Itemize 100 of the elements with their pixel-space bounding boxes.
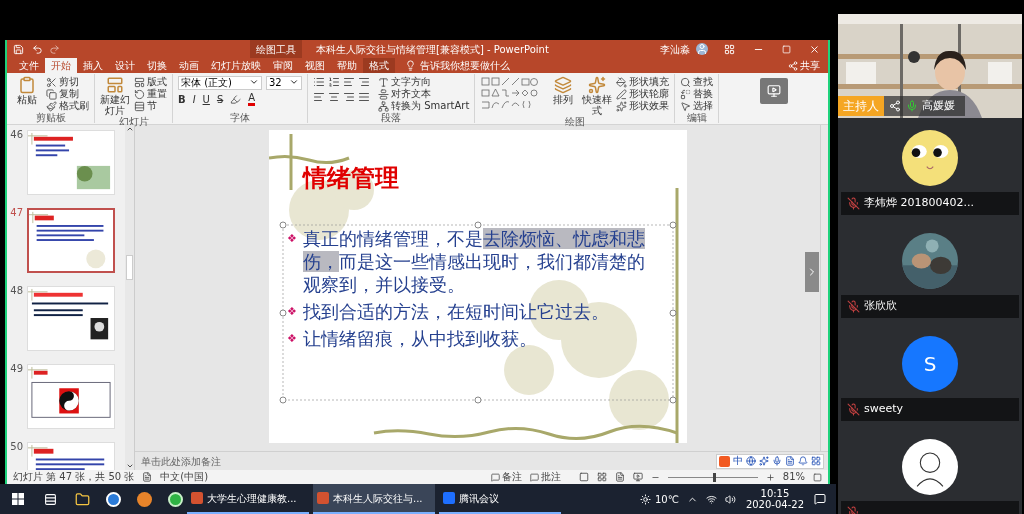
ribbon-button[interactable]: 节: [134, 100, 167, 112]
spellcheck-icon[interactable]: [142, 472, 153, 482]
normal-view-icon[interactable]: [578, 472, 589, 482]
ribbon-button[interactable]: 重置: [134, 88, 167, 100]
muted-mic-icon: [847, 403, 860, 416]
ribbon-button[interactable]: 粘贴: [12, 76, 42, 105]
ime-tool-icon[interactable]: [759, 456, 769, 466]
ribbon-tab[interactable]: 帮助: [331, 58, 363, 73]
slides-app-icon: [191, 492, 203, 504]
comments-button[interactable]: 批注: [529, 472, 561, 482]
ribbon-button[interactable]: 文字方向: [378, 76, 470, 88]
ribbon-button[interactable]: 形状效果: [616, 100, 670, 112]
notes-field[interactable]: 单击此处添加备注: [141, 453, 221, 469]
ime-tool-icon[interactable]: [772, 456, 782, 466]
highlighter-icon[interactable]: [230, 94, 242, 105]
close-icon[interactable]: [809, 43, 820, 55]
font-size-field[interactable]: 32: [266, 76, 302, 90]
user-avatar-icon[interactable]: [696, 43, 708, 55]
zoom-level[interactable]: 81%: [782, 472, 805, 482]
ribbon-button[interactable]: 新建幻灯片: [100, 76, 130, 116]
browser-icon[interactable]: [106, 491, 121, 507]
format-button[interactable]: I: [192, 94, 196, 105]
scroll-thumb[interactable]: [126, 255, 133, 280]
ribbon-button[interactable]: 形状填充: [616, 76, 670, 88]
slideshow-icon[interactable]: [632, 472, 643, 482]
sorter-view-icon[interactable]: [596, 472, 607, 482]
volume-icon[interactable]: [724, 493, 736, 505]
ribbon-button[interactable]: 快速样式: [582, 76, 613, 116]
format-button[interactable]: S: [216, 94, 224, 105]
ribbon-tab[interactable]: 插入: [77, 58, 109, 73]
tell-me-field[interactable]: 告诉我你想要做什么: [420, 58, 510, 73]
ribbon-options-icon[interactable]: [724, 43, 735, 55]
clock-time[interactable]: 10:15: [760, 488, 790, 499]
ime-tool-icon[interactable]: [746, 456, 756, 466]
ribbon-tab[interactable]: 动画: [173, 58, 205, 73]
add-in-button[interactable]: [759, 78, 788, 104]
font-name-field[interactable]: 宋体 (正文): [178, 76, 262, 90]
bullet-mark: ❖: [286, 304, 298, 320]
ribbon-tab[interactable]: 切换: [141, 58, 173, 73]
ribbon-button[interactable]: 剪切: [46, 76, 89, 88]
font-color-button[interactable]: A: [248, 93, 256, 106]
ribbon-button[interactable]: 选择: [680, 100, 714, 112]
ribbon-tab[interactable]: 审阅: [267, 58, 299, 73]
paragraph-icon[interactable]: [358, 76, 370, 88]
group-label: 段落: [380, 112, 403, 123]
task-view-icon[interactable]: [44, 492, 57, 506]
ribbon-button[interactable]: 格式刷: [46, 100, 89, 112]
taskbar-app[interactable]: 大学生心理健康教...: [187, 484, 309, 514]
text-box-selection[interactable]: [278, 221, 677, 404]
paragraph-icon[interactable]: [343, 76, 355, 88]
notification-icon[interactable]: [814, 493, 826, 505]
ime-tool-icon[interactable]: [811, 456, 821, 466]
folder-icon[interactable]: [75, 491, 90, 507]
undo-icon[interactable]: [32, 43, 43, 55]
ribbon-button[interactable]: 替换: [680, 88, 714, 100]
slide-thumbnail[interactable]: [27, 208, 115, 273]
zoom-in-icon[interactable]: [765, 472, 775, 482]
taskbar-app[interactable]: 本科生人际交往与...: [313, 484, 435, 514]
fit-slide-icon[interactable]: [813, 472, 822, 482]
ime-tool-icon[interactable]: [785, 456, 795, 466]
reading-view-icon[interactable]: [614, 472, 625, 482]
rows-icon: [134, 100, 145, 112]
paragraph-icon[interactable]: [313, 91, 325, 103]
paragraph-icon[interactable]: [313, 76, 325, 88]
ribbon-button[interactable]: 对齐文本: [378, 88, 470, 100]
ribbon-button[interactable]: 排列: [548, 76, 579, 105]
maximize-icon[interactable]: [782, 44, 791, 54]
paragraph-icon[interactable]: [328, 91, 340, 103]
ribbon-tab[interactable]: 视图: [299, 58, 331, 73]
save-icon[interactable]: [13, 43, 24, 55]
slide-icon: [106, 76, 124, 94]
scroll-down-icon[interactable]: [125, 462, 134, 470]
clock-date[interactable]: 2020-04-22: [745, 499, 804, 510]
ribbon-tab[interactable]: 格式: [363, 58, 395, 73]
paragraph-icon[interactable]: [358, 91, 370, 103]
ribbon-button[interactable]: 形状轮廓: [616, 88, 670, 100]
notes-button[interactable]: 备注: [490, 472, 522, 482]
format-button[interactable]: U: [202, 94, 210, 105]
format-button[interactable]: B: [178, 94, 186, 105]
paragraph-icon[interactable]: [343, 91, 355, 103]
paragraph-icon[interactable]: [328, 76, 340, 88]
ime-tool-icon[interactable]: [798, 456, 808, 466]
ribbon-tab[interactable]: 幻灯片放映: [205, 58, 267, 73]
ime-mode[interactable]: 中: [733, 456, 743, 466]
app-icon[interactable]: [168, 491, 183, 507]
scroll-up-icon[interactable]: [125, 125, 134, 133]
share-button[interactable]: 共享: [788, 58, 820, 73]
taskbar-app[interactable]: 腾讯会议: [439, 484, 561, 514]
ribbon-button[interactable]: 查找: [680, 76, 714, 88]
ribbon-tab[interactable]: 文件: [13, 58, 45, 73]
start-icon[interactable]: [12, 493, 24, 505]
ribbon-tab[interactable]: 设计: [109, 58, 141, 73]
language-indicator[interactable]: 中文(中国): [160, 472, 209, 482]
slide-number: 47: [9, 208, 23, 220]
ribbon-button[interactable]: 转换为 SmartArt: [378, 100, 470, 112]
network-icon[interactable]: [705, 493, 717, 505]
ribbon-button[interactable]: 版式: [134, 76, 167, 88]
ribbon-tab[interactable]: 开始: [45, 58, 77, 73]
app-icon[interactable]: [137, 491, 152, 507]
ribbon-button[interactable]: 复制: [46, 88, 89, 100]
